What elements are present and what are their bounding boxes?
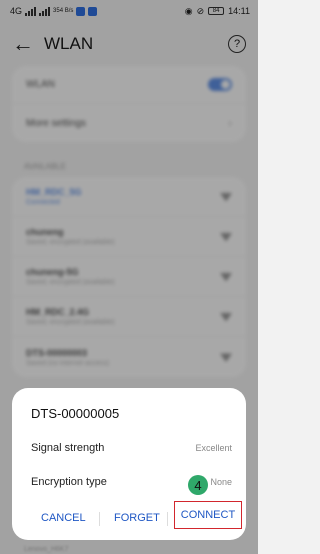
- encryption-type-value: None: [210, 477, 232, 487]
- encryption-type-label: Encryption type: [31, 476, 107, 488]
- signal-strength-value: Excellent: [195, 443, 232, 453]
- forget-button[interactable]: FORGET: [114, 512, 160, 524]
- divider: [167, 512, 168, 526]
- dialog-title: DTS-00000005: [31, 406, 120, 421]
- network-dialog: DTS-00000005 Signal strength Excellent E…: [12, 388, 246, 540]
- signal-strength-row: Signal strength Excellent: [31, 442, 232, 454]
- peek-network-name: Lenovo_H6K7: [24, 546, 69, 553]
- signal-strength-label: Signal strength: [31, 442, 105, 454]
- cancel-button[interactable]: CANCEL: [41, 512, 86, 524]
- step-number-badge: 4: [188, 475, 208, 495]
- connect-button[interactable]: CONNECT: [174, 501, 242, 529]
- divider: [99, 512, 100, 526]
